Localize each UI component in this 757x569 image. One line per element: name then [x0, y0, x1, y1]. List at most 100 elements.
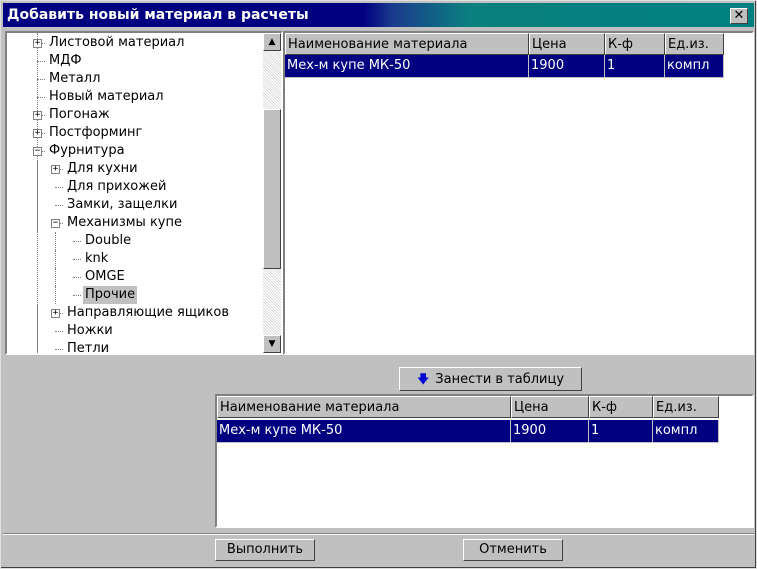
tree-connector-line	[37, 340, 38, 353]
tree-connector-line	[37, 214, 38, 232]
tree-item[interactable]: Замки, защелки	[7, 196, 262, 214]
scroll-up-button[interactable]: ▲	[263, 33, 281, 51]
tree-connector-line	[55, 250, 56, 268]
tree-connector-line	[37, 196, 38, 214]
materials-grid[interactable]: Наименование материала Цена К-ф Ед.из. М…	[283, 31, 754, 355]
add-to-table-label: Занести в таблицу	[435, 372, 565, 387]
material-tree[interactable]: ▲ ▼ + Листовой материал МДФ Металл Новый мат…	[5, 31, 283, 355]
tree-connector-line	[55, 349, 63, 350]
tree-item[interactable]: OMGE	[7, 268, 262, 286]
dialog-window: Добавить новый материал в расчеты ✕ ▲ ▼ …	[0, 0, 757, 569]
tree-item-label: OMGE	[85, 269, 125, 284]
tree-connector-line	[37, 304, 38, 322]
expand-icon[interactable]: +	[33, 129, 42, 138]
window-title: Добавить новый материал в расчеты	[7, 7, 309, 23]
scroll-thumb[interactable]	[263, 109, 281, 269]
tree-item-label: Направляющие ящиков	[67, 305, 229, 320]
tree-item-label: МДФ	[49, 53, 82, 68]
tree-connector-line	[37, 97, 45, 98]
calculation-grid[interactable]: Наименование материала Цена К-ф Ед.из. М…	[215, 394, 754, 528]
col-header-price[interactable]: Цена	[511, 396, 589, 418]
tree-item[interactable]: Новый материал	[7, 88, 262, 106]
tree-item-label: knk	[85, 251, 109, 266]
table-row-cell-unit[interactable]: компл	[665, 55, 724, 78]
arrow-down-icon: ▼	[268, 339, 276, 349]
footer-panel	[3, 533, 754, 566]
tree-item-label: Петли	[67, 341, 110, 355]
tree-scrollbar[interactable]: ▲ ▼	[263, 33, 281, 353]
tree-item-label: Металл	[49, 71, 101, 86]
col-header-coef[interactable]: К-ф	[605, 33, 665, 55]
tree-item[interactable]: МДФ	[7, 52, 262, 70]
tree-item-label: Ножки	[67, 323, 113, 338]
tree-connector-line	[37, 178, 38, 196]
tree-item-label: Фурнитура	[49, 143, 125, 158]
tree-item-label: Для кухни	[67, 161, 138, 176]
tree-item-label: Double	[85, 233, 132, 248]
collapse-icon[interactable]: −	[33, 147, 42, 156]
tree-item-label: Замки, защелки	[67, 197, 178, 212]
tree-item-label: Механизмы купе	[67, 215, 182, 230]
execute-button[interactable]: Выполнить	[215, 539, 315, 561]
tree-connector-line	[55, 187, 63, 188]
tree-item-label: Новый материал	[49, 89, 164, 104]
table-row-cell-coef[interactable]: 1	[605, 55, 665, 78]
tree-connector-line	[37, 322, 38, 340]
table-row-cell-name[interactable]: Мех-м купе МК-50	[285, 55, 529, 78]
tree-connector-line	[55, 286, 56, 304]
tree-item-label: Постформинг	[49, 125, 143, 140]
scroll-down-button[interactable]: ▼	[263, 335, 281, 353]
collapse-icon[interactable]: −	[51, 219, 60, 228]
cancel-button[interactable]: Отменить	[463, 539, 563, 561]
tree-item[interactable]: Металл	[7, 70, 262, 88]
tree-connector-line	[73, 259, 81, 260]
tree-connector-line	[55, 232, 56, 250]
tree-item-label: Прочие	[83, 286, 138, 304]
expand-icon[interactable]: +	[33, 111, 42, 120]
tree-connector-line	[37, 61, 45, 62]
col-header-coef[interactable]: К-ф	[589, 396, 653, 418]
tree-item-label: Погонаж	[49, 107, 110, 122]
tree-item[interactable]: − Фурнитура	[7, 142, 262, 160]
tree-item-label: Листовой материал	[49, 35, 185, 50]
col-header-name[interactable]: Наименование материала	[217, 396, 511, 418]
expand-icon[interactable]: +	[33, 39, 42, 48]
add-to-table-button[interactable]: 🡇 Занести в таблицу	[399, 367, 582, 391]
col-header-price[interactable]: Цена	[529, 33, 605, 55]
table-row-cell-price[interactable]: 1900	[529, 55, 605, 78]
arrow-down-icon: 🡇	[416, 372, 430, 386]
arrow-up-icon: ▲	[268, 37, 276, 47]
table-row-cell-price[interactable]: 1900	[511, 420, 589, 443]
table-row-cell-coef[interactable]: 1	[589, 420, 653, 443]
col-header-unit[interactable]: Ед.из.	[665, 33, 724, 55]
table-row-cell-name[interactable]: Мех-м купе МК-50	[217, 420, 511, 443]
tree-item[interactable]: Петли	[7, 340, 262, 355]
title-bar: Добавить новый материал в расчеты ✕	[3, 3, 754, 27]
tree-connector-line	[37, 79, 45, 80]
tree-item[interactable]: + Погонаж	[7, 106, 262, 124]
tree-item[interactable]: − Механизмы купе	[7, 214, 262, 232]
tree-item[interactable]: + Направляющие ящиков	[7, 304, 262, 322]
close-button[interactable]: ✕	[730, 8, 748, 24]
tree-item[interactable]: Ножки	[7, 322, 262, 340]
tree-connector-line	[73, 277, 81, 278]
tree-item[interactable]: + Листовой материал	[7, 34, 262, 52]
tree-item[interactable]: knk	[7, 250, 262, 268]
tree-item[interactable]: + Постформинг	[7, 124, 262, 142]
tree-connector-line	[73, 295, 81, 296]
tree-connector-line	[73, 241, 81, 242]
col-header-unit[interactable]: Ед.из.	[653, 396, 719, 418]
expand-icon[interactable]: +	[51, 165, 60, 174]
table-row-cell-unit[interactable]: компл	[653, 420, 719, 443]
expand-icon[interactable]: +	[51, 309, 60, 318]
tree-connector-line	[55, 205, 63, 206]
tree-connector-line	[55, 331, 63, 332]
tree-item[interactable]: Прочие	[7, 286, 262, 304]
tree-item[interactable]: Для прихожей	[7, 178, 262, 196]
close-icon: ✕	[733, 8, 745, 23]
tree-item[interactable]: + Для кухни	[7, 160, 262, 178]
tree-item-label: Для прихожей	[67, 179, 167, 194]
tree-connector-line	[55, 268, 56, 286]
col-header-name[interactable]: Наименование материала	[285, 33, 529, 55]
tree-item[interactable]: Double	[7, 232, 262, 250]
